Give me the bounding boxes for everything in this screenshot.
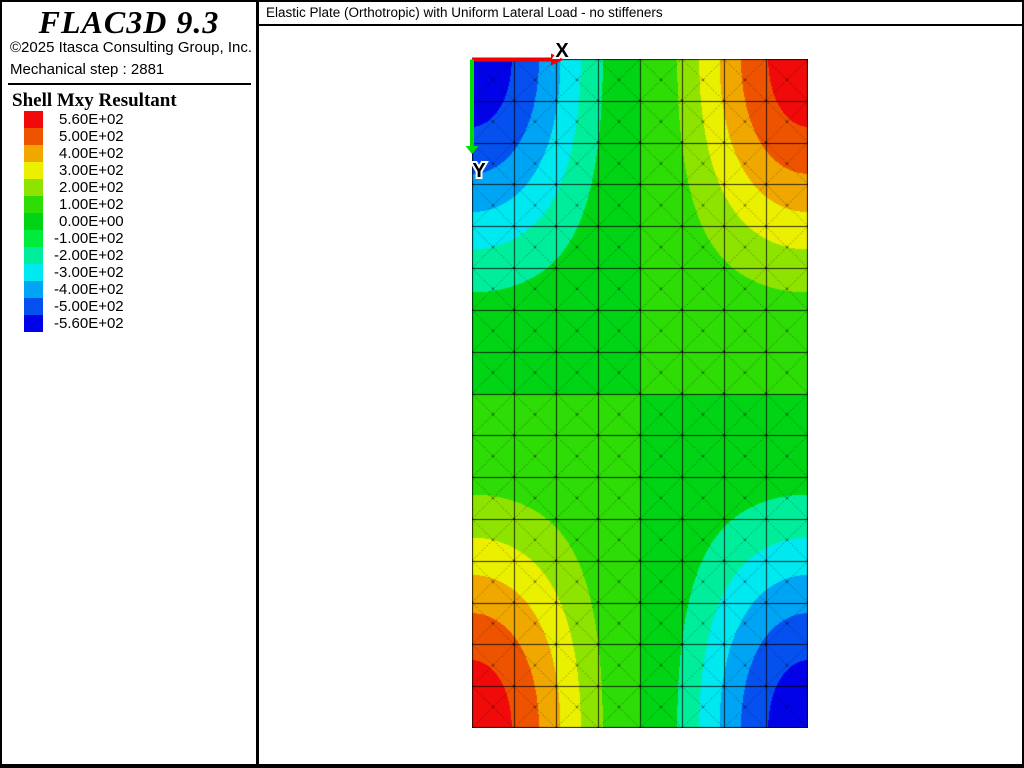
legend-row: -5.00E+02: [2, 298, 124, 315]
step-counter: Mechanical step : 2881: [10, 61, 164, 78]
legend-value: -5.60E+02: [54, 315, 124, 332]
legend-swatch: [24, 145, 43, 162]
legend-value: -5.00E+02: [54, 298, 124, 315]
legend-value: -3.00E+02: [54, 264, 124, 281]
panel-separator: [8, 83, 251, 85]
app-title: FLAC3D 9.3: [2, 4, 256, 41]
legend-value: -5.00E+02: [54, 128, 124, 145]
legend-row: -3.00E+02: [2, 264, 124, 281]
view-title: Elastic Plate (Orthotropic) with Uniform…: [259, 2, 1024, 26]
legend-swatch: [24, 213, 43, 230]
legend-row: -5.00E+02: [2, 128, 124, 145]
legend-swatch: [24, 230, 43, 247]
app-window: FLAC3D 9.3 ©2025 Itasca Consulting Group…: [0, 0, 1024, 768]
legend-value: -3.00E+02: [54, 162, 124, 179]
legend-value: -2.00E+02: [54, 247, 124, 264]
legend-row: -3.00E+02: [2, 162, 124, 179]
legend-value: -1.00E+02: [54, 230, 124, 247]
left-panel: FLAC3D 9.3 ©2025 Itasca Consulting Group…: [2, 2, 259, 764]
legend-swatch: [24, 264, 43, 281]
legend-value: -5.60E+02: [54, 111, 124, 128]
legend-row: -4.00E+02: [2, 145, 124, 162]
legend-row: -5.60E+02: [2, 315, 124, 332]
legend-swatch: [24, 247, 43, 264]
legend-row: -2.00E+02: [2, 179, 124, 196]
legend-value: -2.00E+02: [54, 179, 124, 196]
legend-title: Shell Mxy Resultant: [12, 90, 177, 112]
legend-swatch: [24, 179, 43, 196]
legend-row: -5.60E+02: [2, 111, 124, 128]
contour-plot-canvas[interactable]: [472, 59, 808, 728]
legend-swatch: [24, 162, 43, 179]
legend-row: -0.00E+00: [2, 213, 124, 230]
legend-swatch: [24, 128, 43, 145]
legend-swatch: [24, 196, 43, 213]
legend-color-scale: -5.60E+02-5.00E+02-4.00E+02-3.00E+02-2.0…: [2, 111, 124, 332]
copyright-text: ©2025 Itasca Consulting Group, Inc.: [10, 39, 252, 56]
legend-swatch: [24, 298, 43, 315]
legend-row: -1.00E+02: [2, 230, 124, 247]
legend-value: -0.00E+00: [54, 213, 124, 230]
legend-value: -4.00E+02: [54, 145, 124, 162]
legend-value: -1.00E+02: [54, 196, 124, 213]
legend-value: -4.00E+02: [54, 281, 124, 298]
legend-swatch: [24, 315, 43, 332]
legend-swatch: [24, 281, 43, 298]
legend-row: -1.00E+02: [2, 196, 124, 213]
legend-row: -4.00E+02: [2, 281, 124, 298]
legend-row: -2.00E+02: [2, 247, 124, 264]
legend-swatch: [24, 111, 43, 128]
